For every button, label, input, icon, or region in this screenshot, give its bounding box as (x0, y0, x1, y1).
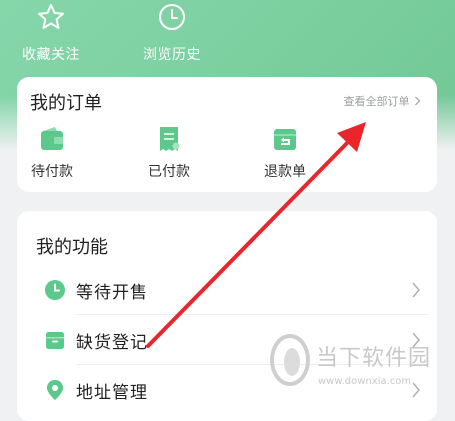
location-icon (47, 380, 63, 400)
function-item-awaiting-sale[interactable]: 等待开售 (36, 265, 429, 315)
quick-link-favorites[interactable]: 收藏关注 (0, 2, 111, 64)
orders-card: 我的订单 查看全部订单 待付款 已付款 退款单 (17, 77, 437, 192)
box-icon (46, 332, 64, 349)
orders-title: 我的订单 (30, 93, 102, 114)
clock-icon (159, 4, 185, 30)
view-all-orders-link[interactable]: 查看全部订单 (344, 93, 422, 109)
star-icon (38, 4, 64, 29)
view-all-label: 查看全部订单 (343, 95, 410, 108)
watermark-logo-icon (270, 334, 310, 386)
order-refund[interactable]: 退款单 (250, 125, 320, 181)
order-item-label: 已付款 (148, 164, 190, 180)
quick-link-label: 收藏关注 (22, 47, 80, 63)
function-item-label: 地址管理 (76, 383, 148, 403)
watermark-url: www.downxia.com (318, 376, 412, 387)
watermark: 当下软件园 www.downxia.com (268, 330, 443, 405)
clock-icon (45, 280, 65, 300)
refund-icon (274, 129, 296, 150)
receipt-icon (160, 127, 180, 151)
wallet-icon (41, 127, 63, 150)
functions-title: 我的功能 (36, 237, 108, 258)
watermark-brand: 当下软件园 (316, 346, 432, 371)
chevron-right-icon (415, 96, 421, 106)
order-paid[interactable]: 已付款 (134, 125, 204, 181)
order-item-label: 待付款 (31, 164, 73, 180)
order-pending-payment[interactable]: 待付款 (17, 125, 87, 181)
function-item-label: 缺货登记 (76, 333, 148, 353)
chevron-right-icon (412, 282, 420, 298)
order-item-label: 退款单 (264, 164, 306, 180)
function-item-label: 等待开售 (76, 283, 148, 303)
quick-link-history[interactable]: 浏览历史 (112, 2, 232, 64)
quick-link-label: 浏览历史 (143, 47, 201, 63)
